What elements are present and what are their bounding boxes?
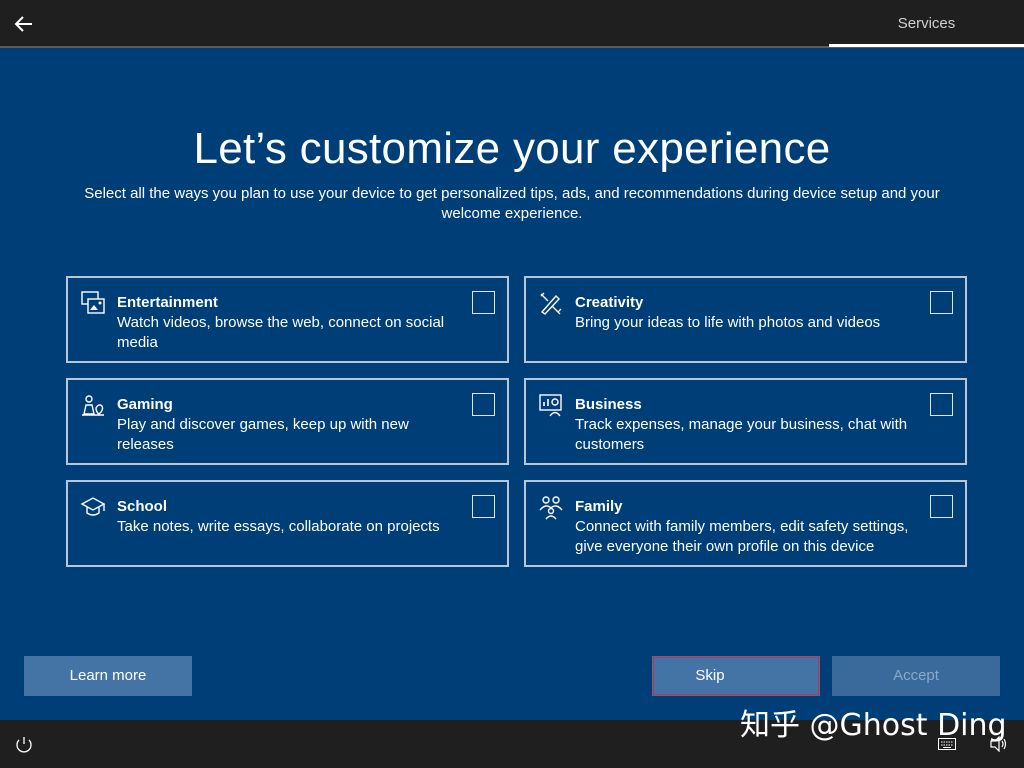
checkbox[interactable] [930,495,953,518]
option-creativity[interactable]: Creativity Bring your ideas to life with… [524,276,967,363]
option-title: School [117,498,168,515]
option-description: Connect with family members, edit safety… [575,518,909,555]
option-title: Creativity [575,294,644,311]
checkbox[interactable] [472,495,495,518]
option-business[interactable]: Business Track expenses, manage your bus… [524,378,967,465]
checkbox[interactable] [472,291,495,314]
option-title: Entertainment [117,294,218,311]
back-arrow-icon[interactable] [10,10,38,38]
skip-button[interactable]: Skip [652,656,820,696]
entertainment-icon [81,291,105,314]
option-title: Gaming [117,396,173,413]
accessibility-icon[interactable] [15,736,33,754]
option-description: Track expenses, manage your business, ch… [575,416,908,453]
creativity-icon [540,292,562,315]
learn-more-button[interactable]: Learn more [24,656,192,696]
top-bar: Services [0,0,1024,48]
checkbox[interactable] [930,393,953,416]
option-description: Bring your ideas to life with photos and… [575,314,881,331]
option-entertainment[interactable]: Entertainment Watch videos, browse the w… [66,276,509,363]
option-gaming[interactable]: Gaming Play and discover games, keep up … [66,378,509,465]
option-family[interactable]: Family Connect with family members, edit… [524,480,967,567]
option-title: Family [575,498,623,515]
school-icon [80,497,106,516]
business-icon [539,394,562,417]
page-title: Let’s customize your experience [193,124,831,173]
accept-button[interactable]: Accept [832,656,1000,696]
family-icon [539,496,563,520]
option-description: Watch videos, browse the web, connect on… [117,314,445,351]
watermark: 知乎 @Ghost Ding [740,708,1007,743]
skip-label: Skip [695,667,725,684]
option-title: Business [575,396,642,413]
tab-services: Services [897,15,956,32]
checkbox[interactable] [472,393,495,416]
page-subtitle: Select all the ways you plan to use your… [84,185,940,222]
option-description: Take notes, write essays, collaborate on… [117,518,440,535]
gaming-icon [82,395,104,416]
option-description: Play and discover games, keep up with ne… [117,416,409,453]
tab-underline [829,44,1024,47]
checkbox[interactable] [930,291,953,314]
option-school[interactable]: School Take notes, write essays, collabo… [66,480,509,567]
